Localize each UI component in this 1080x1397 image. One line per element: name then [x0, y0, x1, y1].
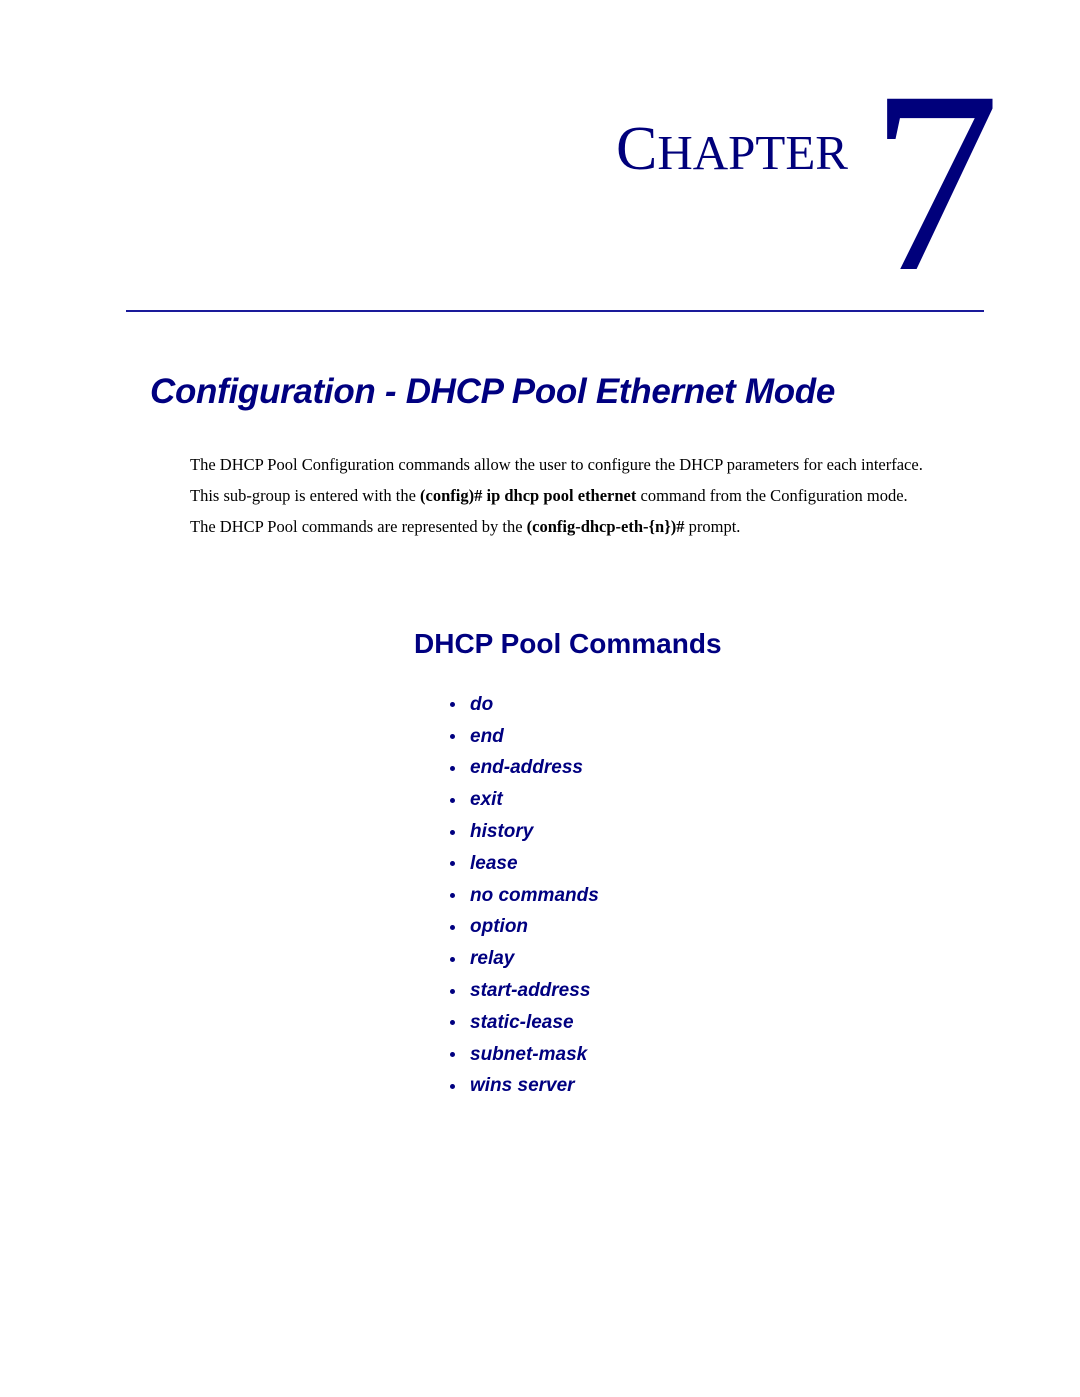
bullet-icon — [448, 691, 456, 719]
command-item: no commands — [448, 880, 599, 912]
command-link-option[interactable]: option — [470, 913, 528, 941]
bullet-icon — [448, 913, 456, 941]
config-command: (config)# ip dhcp pool ethernet — [420, 486, 637, 505]
section-title: DHCP Pool Commands — [414, 628, 722, 659]
intro-paragraph-3: The DHCP Pool commands are represented b… — [190, 516, 990, 537]
intro-p2-text-after: command from the Configuration mode. — [636, 486, 908, 505]
bullet-icon — [448, 723, 456, 751]
command-item: exit — [448, 784, 599, 816]
bullet-icon — [448, 786, 456, 814]
command-item: lease — [448, 848, 599, 880]
command-item: static-lease — [448, 1007, 599, 1039]
command-link-exit[interactable]: exit — [470, 786, 503, 814]
chapter-label: CHAPTER — [616, 118, 848, 180]
bullet-icon — [448, 1009, 456, 1037]
bullet-icon — [448, 977, 456, 1005]
command-link-do[interactable]: do — [470, 691, 493, 719]
command-item: end — [448, 721, 599, 753]
bullet-icon — [448, 882, 456, 910]
bullet-icon — [448, 1041, 456, 1069]
command-link-wins-server[interactable]: wins server — [470, 1072, 575, 1100]
command-item: relay — [448, 943, 599, 975]
chapter-label-initial: C — [616, 115, 658, 183]
command-link-relay[interactable]: relay — [470, 945, 514, 973]
intro-p3-text-after: prompt. — [684, 517, 741, 536]
bullet-icon — [448, 850, 456, 878]
bullet-icon — [448, 945, 456, 973]
chapter-label-rest: HAPTER — [657, 125, 848, 180]
command-item: history — [448, 816, 599, 848]
bullet-icon — [448, 1072, 456, 1100]
bullet-icon — [448, 754, 456, 782]
command-link-history[interactable]: history — [470, 818, 533, 846]
command-item: subnet-mask — [448, 1039, 599, 1071]
command-item: option — [448, 912, 599, 944]
command-link-lease[interactable]: lease — [470, 850, 518, 878]
prompt-text: (config-dhcp-eth-{n})# — [526, 517, 685, 536]
intro-p2-text-before: This sub-group is entered with the — [190, 486, 421, 505]
command-link-subnet-mask[interactable]: subnet-mask — [470, 1041, 587, 1069]
chapter-number: 7 — [870, 38, 1000, 326]
page-title: Configuration - DHCP Pool Ethernet Mode — [150, 372, 836, 411]
command-item: do — [448, 689, 599, 721]
command-item: wins server — [448, 1071, 599, 1103]
bullet-icon — [448, 818, 456, 846]
command-link-start-address[interactable]: start-address — [470, 977, 590, 1005]
command-item: end-address — [448, 753, 599, 785]
intro-text: The DHCP Pool Configuration commands all… — [190, 454, 990, 547]
command-link-no-commands[interactable]: no commands — [470, 882, 599, 910]
chapter-header: CHAPTER 7 — [0, 0, 1080, 312]
command-item: start-address — [448, 975, 599, 1007]
command-link-end[interactable]: end — [470, 723, 504, 751]
command-list: do end end-address exit history lease no… — [448, 689, 599, 1102]
command-link-end-address[interactable]: end-address — [470, 754, 583, 782]
intro-paragraph-2: This sub-group is entered with the (conf… — [190, 485, 990, 506]
command-link-static-lease[interactable]: static-lease — [470, 1009, 574, 1037]
intro-p3-text-before: The DHCP Pool commands are represented b… — [190, 517, 527, 536]
chapter-divider — [126, 310, 984, 312]
intro-paragraph-1: The DHCP Pool Configuration commands all… — [190, 455, 923, 474]
